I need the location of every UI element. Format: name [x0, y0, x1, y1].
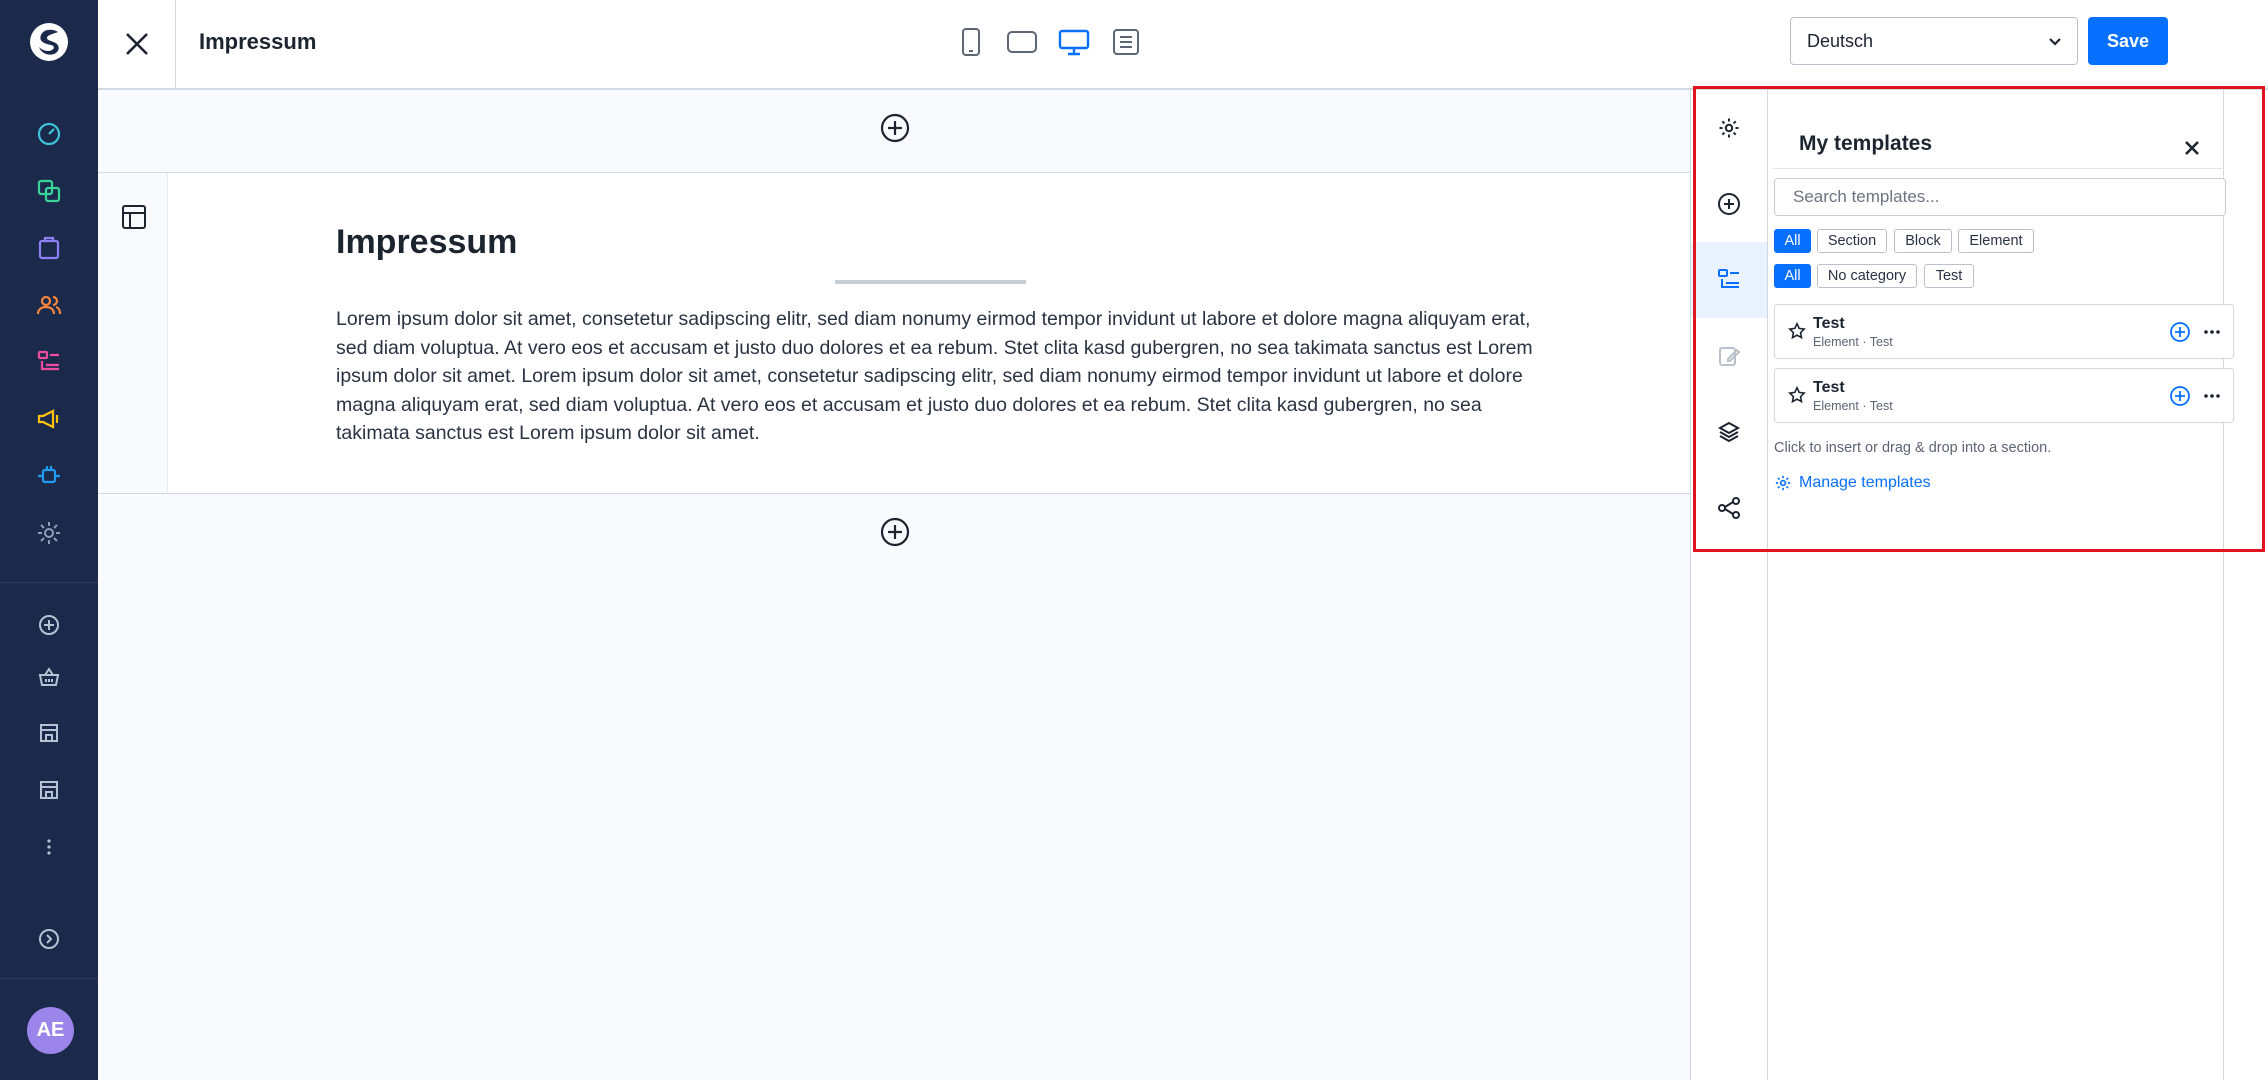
sidebar-item-navigator[interactable]	[1691, 394, 1767, 470]
expand-icon[interactable]	[34, 924, 64, 954]
filter-type-block[interactable]: Block	[1894, 229, 1952, 253]
manage-templates-label: Manage templates	[1799, 474, 1931, 491]
add-section-icon[interactable]	[879, 516, 911, 548]
template-name: Test	[1813, 379, 1845, 396]
storefront-icon[interactable]	[34, 662, 64, 692]
template-meta: Element · Test	[1813, 335, 1893, 349]
manage-templates-link[interactable]: Manage templates	[1774, 474, 1931, 492]
page-title: Impressum	[199, 29, 317, 54]
more-options-icon[interactable]	[2201, 321, 2223, 343]
gear-icon	[1719, 118, 1739, 138]
templates-icon	[1718, 269, 1739, 288]
form-view-button[interactable]	[1108, 25, 1144, 59]
filter-type-element[interactable]: Element	[1958, 229, 2034, 253]
insert-template-icon[interactable]	[2169, 321, 2191, 343]
right-sidebar: My templates All Section Block Element A…	[1690, 90, 2268, 1080]
form-icon	[1113, 29, 1139, 55]
chevron-down-icon	[2047, 33, 2063, 49]
panel-divider	[1773, 168, 2224, 169]
marketing-icon[interactable]	[34, 404, 64, 434]
template-item[interactable]: Test Element · Test	[1774, 368, 2234, 423]
catalogue-icon[interactable]	[34, 176, 64, 206]
search-input[interactable]	[1774, 178, 2226, 216]
sidebar-item-templates[interactable]	[1691, 242, 1767, 318]
content-icon[interactable]	[34, 347, 64, 377]
close-icon	[2185, 141, 2199, 155]
add-section-row	[98, 516, 1691, 548]
sidebar-divider	[0, 582, 98, 583]
tablet-view-button[interactable]	[1004, 25, 1040, 59]
admin-sidebar: AE	[0, 0, 98, 1080]
hint-text: Click to insert or drag & drop into a se…	[1774, 440, 2052, 456]
content-section[interactable]: Impressum Lorem ipsum dolor sit amet, co…	[98, 172, 1691, 494]
sidebar-item-edit[interactable]	[1691, 318, 1767, 394]
add-section-icon[interactable]	[879, 112, 911, 144]
settings-icon[interactable]	[34, 518, 64, 548]
top-bar: Impressum Deutsch Save	[98, 0, 2268, 90]
more-options-icon[interactable]	[2201, 385, 2223, 407]
star-icon[interactable]	[1788, 386, 1806, 404]
sidebar-item-share[interactable]	[1691, 470, 1767, 546]
sidebar-divider	[0, 978, 98, 979]
panel-title: My templates	[1799, 132, 1933, 155]
templates-panel: My templates All Section Block Element A…	[1768, 90, 2234, 1080]
content-divider	[835, 280, 1026, 284]
filter-category-test[interactable]: Test	[1924, 264, 1974, 288]
panel-close-button[interactable]	[2180, 136, 2204, 160]
language-select[interactable]: Deutsch	[1790, 17, 2078, 65]
filter-type-section[interactable]: Section	[1817, 229, 1887, 253]
sidebar-item-settings[interactable]	[1691, 90, 1767, 166]
save-button[interactable]: Save	[2088, 17, 2168, 65]
filter-type-all[interactable]: All	[1774, 229, 1811, 253]
section-sidebar	[98, 173, 168, 493]
section-layout-icon[interactable]	[120, 203, 148, 231]
layers-icon	[1717, 421, 1741, 443]
more-icon[interactable]	[34, 832, 64, 862]
dashboard-icon[interactable]	[34, 119, 64, 149]
share-icon	[1718, 497, 1740, 519]
close-icon	[125, 33, 148, 55]
add-sales-channel-icon[interactable]	[34, 610, 64, 640]
insert-template-icon[interactable]	[2169, 385, 2191, 407]
content-text[interactable]: Lorem ipsum dolor sit amet, consetetur s…	[336, 305, 1536, 448]
shopware-logo-icon[interactable]	[29, 22, 69, 62]
sales-channel-icon[interactable]	[34, 718, 64, 748]
customers-icon[interactable]	[34, 290, 64, 320]
sales-channel-icon[interactable]	[34, 775, 64, 805]
sidebar-icon-rail	[1691, 90, 1768, 1080]
add-block-icon	[1718, 193, 1740, 215]
template-item[interactable]: Test Element · Test	[1774, 304, 2234, 359]
close-button[interactable]	[98, 0, 176, 88]
extensions-icon[interactable]	[34, 461, 64, 491]
filter-category-all[interactable]: All	[1774, 264, 1811, 288]
template-meta: Element · Test	[1813, 399, 1893, 413]
filter-category-none[interactable]: No category	[1817, 264, 1917, 288]
template-name: Test	[1813, 315, 1845, 332]
mobile-icon	[962, 28, 980, 56]
desktop-icon	[1058, 29, 1090, 56]
desktop-view-button[interactable]	[1056, 25, 1092, 59]
avatar[interactable]: AE	[27, 1007, 74, 1054]
gear-icon	[1775, 475, 1791, 491]
mobile-view-button[interactable]	[953, 25, 989, 59]
orders-icon[interactable]	[34, 233, 64, 263]
sidebar-item-add-blocks[interactable]	[1691, 166, 1767, 242]
edit-icon	[1719, 347, 1741, 366]
content-heading[interactable]: Impressum	[336, 223, 517, 262]
layout-canvas: Impressum Lorem ipsum dolor sit amet, co…	[98, 90, 1691, 1080]
star-icon[interactable]	[1788, 322, 1806, 340]
language-select-value: Deutsch	[1807, 30, 1874, 51]
tablet-icon	[1007, 31, 1037, 53]
add-section-row	[98, 112, 1691, 144]
